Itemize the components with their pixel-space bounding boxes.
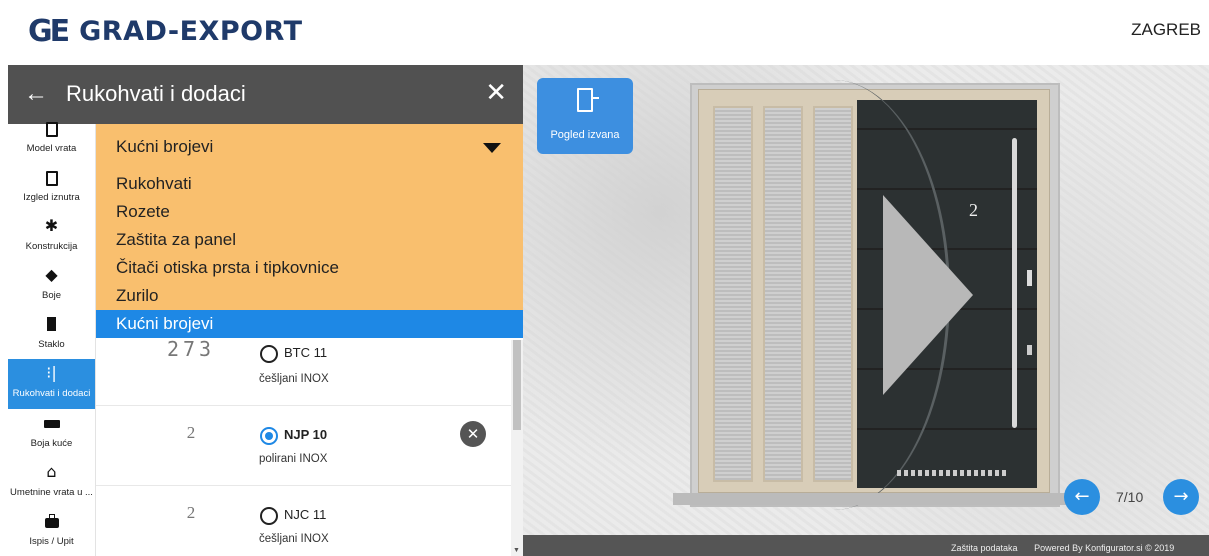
door-outline-icon xyxy=(8,118,95,140)
product-list: 273 BTC 11 češljani INOX 2 NJP 10 polira… xyxy=(96,340,511,556)
close-icon[interactable]: ✕ xyxy=(485,79,507,107)
caret-down-icon xyxy=(483,143,501,153)
glass-panel-icon xyxy=(8,314,95,336)
sidebar-item-umetnine[interactable]: ⌂ Umetnine vrata u ... xyxy=(8,458,95,507)
door-leaf-glass xyxy=(883,195,973,395)
panel-title: Rukohvati i dodaci xyxy=(66,81,246,106)
sidebar: Model vrata Izgled iznutra ✱ Konstrukcij… xyxy=(8,122,96,556)
product-thumbnail: 2 xyxy=(186,503,196,522)
powered-by-link[interactable]: Powered By Konfigurator.si © 2019 xyxy=(1034,543,1174,553)
product-finish: češljani INOX xyxy=(259,373,329,385)
sidebar-item-boje[interactable]: ◆ Boje xyxy=(8,261,95,310)
step-counter: 7/10 xyxy=(1116,489,1144,505)
product-name: BTC 11 xyxy=(284,345,328,360)
next-button[interactable]: → xyxy=(1163,479,1199,515)
gear-icon: ✱ xyxy=(44,216,59,235)
sidebar-item-rukohvati[interactable]: ⁝| Rukohvati i dodaci xyxy=(8,359,95,409)
handle-icon: ⁝| xyxy=(46,363,57,382)
sidebar-item-label: Umetnine vrata u ... xyxy=(10,487,93,498)
sidebar-item-label: Izgled iznutra xyxy=(23,192,80,203)
option-rukohvati[interactable]: Rukohvati xyxy=(96,170,523,198)
door-handle xyxy=(1012,138,1017,428)
product-thumbnail: 273 xyxy=(166,340,216,361)
option-zurilo[interactable]: Zurilo xyxy=(96,282,523,310)
brand-logo[interactable]: GE GRAD-EXPORT xyxy=(28,14,303,50)
door-leaf: 2 xyxy=(857,80,1037,510)
sidebar-item-ispis-upit[interactable]: Ispis / Upit xyxy=(8,507,95,556)
sidebar-item-izgled-iznutra[interactable]: Izgled iznutra xyxy=(8,163,95,212)
list-item[interactable]: 2 NJC 11 češljani INOX xyxy=(96,485,511,556)
sidebar-item-label: Model vrata xyxy=(26,143,77,154)
category-options: Rukohvati Rozete Zaštita za panel Čitači… xyxy=(96,170,523,338)
door-frame: 2 xyxy=(698,80,1050,510)
sidebar-item-label: Konstrukcija xyxy=(25,241,78,252)
product-radio[interactable] xyxy=(260,427,278,445)
door-exit-icon xyxy=(8,167,95,189)
sidebar-item-staklo[interactable]: Staklo xyxy=(8,310,95,359)
paint-bucket-icon: ◆ xyxy=(45,265,58,284)
city-label: ZAGREB xyxy=(1131,20,1201,39)
sidebar-item-label: Rukohvati i dodaci xyxy=(12,388,91,399)
briefcase-icon xyxy=(8,511,95,533)
privacy-link[interactable]: Zaštita podataka xyxy=(951,543,1018,553)
sidebar-item-label: Boja kuće xyxy=(30,438,73,449)
sidebar-item-model-vrata[interactable]: Model vrata xyxy=(8,114,95,163)
product-name: NJP 10 xyxy=(284,427,328,442)
remove-icon[interactable]: ✕ xyxy=(460,421,486,447)
door-lock xyxy=(1027,345,1032,355)
sidebar-item-konstrukcija[interactable]: ✱ Konstrukcija xyxy=(8,212,95,261)
logo-mark: GE xyxy=(28,14,70,49)
sidebar-item-label: Boje xyxy=(41,290,61,301)
scrollbar-thumb[interactable] xyxy=(513,340,521,430)
view-outside-label: Pogled izvana xyxy=(550,129,620,141)
option-kucni-brojevi[interactable]: Kućni brojevi xyxy=(96,310,523,338)
door-preview: Pogled izvana 2 ← 7/10 → Zaštita podatak… xyxy=(523,65,1209,556)
arrow-left-icon[interactable]: ← xyxy=(24,80,48,108)
kick-plate xyxy=(897,470,1007,476)
list-item[interactable]: 2 NJP 10 polirani INOX ✕ xyxy=(96,405,511,486)
product-radio[interactable] xyxy=(260,345,278,363)
house-number: 2 xyxy=(969,200,978,220)
category-select[interactable]: Kućni brojevi xyxy=(96,124,523,170)
category-select-value: Kućni brojevi xyxy=(116,137,214,156)
app-header: GE GRAD-EXPORT ZAGREB xyxy=(0,0,1209,65)
option-rozete[interactable]: Rozete xyxy=(96,198,523,226)
config-panel: ← Rukohvati i dodaci ✕ Model vrata Izgle… xyxy=(8,65,523,556)
sidebar-item-label: Staklo xyxy=(38,339,65,350)
list-item[interactable]: 273 BTC 11 češljani INOX xyxy=(96,340,511,406)
door-lock xyxy=(1027,270,1032,286)
product-thumbnail: 2 xyxy=(186,423,196,442)
product-finish: češljani INOX xyxy=(259,533,329,545)
product-name: NJC 11 xyxy=(284,507,327,522)
previous-button[interactable]: ← xyxy=(1064,479,1100,515)
door-step xyxy=(673,493,1073,505)
list-scrollbar[interactable]: ▼ xyxy=(511,340,523,556)
footer: Zaštita podataka Powered By Konfigurator… xyxy=(951,543,1188,553)
door-exit-icon xyxy=(537,88,633,119)
product-radio[interactable] xyxy=(260,507,278,525)
sidebar-item-boja-kuce[interactable]: Boja kuće xyxy=(8,409,95,458)
option-citaci-otiska[interactable]: Čitači otiska prsta i tipkovnice xyxy=(96,254,523,282)
product-finish: polirani INOX xyxy=(259,453,328,465)
scroll-down-icon[interactable]: ▼ xyxy=(513,547,520,554)
option-zastita-za-panel[interactable]: Zaštita za panel xyxy=(96,226,523,254)
house-color-icon xyxy=(8,413,95,435)
logo-text: GRAD-EXPORT xyxy=(79,16,303,47)
sidebar-item-label: Ispis / Upit xyxy=(29,536,74,547)
view-outside-button[interactable]: Pogled izvana xyxy=(537,78,633,154)
house-icon: ⌂ xyxy=(46,462,57,481)
